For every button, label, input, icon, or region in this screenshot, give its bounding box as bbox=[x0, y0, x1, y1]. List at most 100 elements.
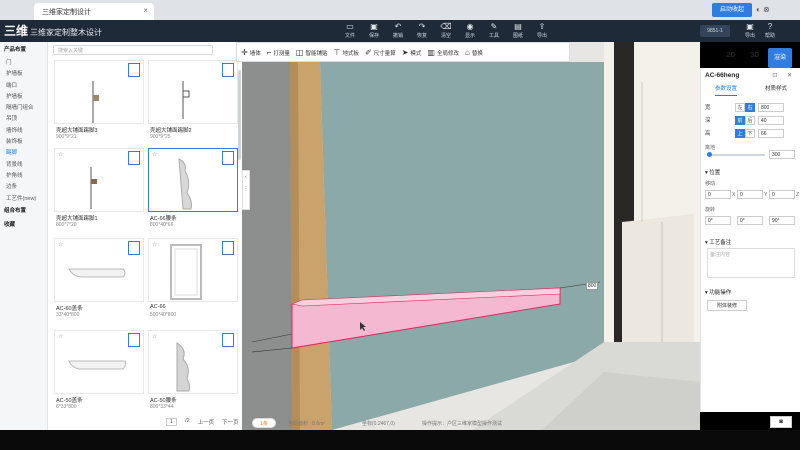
view-3d-button[interactable]: 3D bbox=[746, 52, 764, 64]
tab-material[interactable]: 材质样式 bbox=[765, 84, 787, 96]
output-button[interactable]: ▣ 导出 bbox=[740, 22, 760, 39]
replace-button[interactable]: ⌂ 替换 bbox=[465, 48, 483, 57]
position-section[interactable]: ▾ 位置 bbox=[705, 168, 720, 176]
page-number[interactable]: 1 bbox=[166, 418, 178, 426]
preview-icon bbox=[222, 151, 234, 165]
notes-textarea[interactable]: 备注内容 bbox=[707, 248, 795, 278]
3d-viewport[interactable] bbox=[242, 42, 700, 430]
mode-button[interactable]: ➤ 模式 bbox=[402, 48, 422, 57]
tiling-icon: ◫ bbox=[295, 47, 304, 57]
function-section[interactable]: ▾ 功能操作 bbox=[705, 288, 731, 296]
category-item[interactable]: 端口 bbox=[0, 79, 47, 90]
save-icon: ▣ bbox=[370, 22, 378, 31]
pencil-icon: ✐ bbox=[364, 47, 372, 57]
move-z-field[interactable]: 0 bbox=[769, 190, 795, 199]
tab-params[interactable]: 参数设置 bbox=[714, 84, 737, 96]
floor-board-button[interactable]: ⊤ 地式板 bbox=[333, 48, 358, 57]
category-item-active[interactable]: 踢脚 bbox=[0, 146, 47, 157]
view-2d-button[interactable]: 2D bbox=[722, 52, 740, 64]
left-anchor-toggle[interactable]: 左 bbox=[735, 102, 745, 112]
drawings-button[interactable]: ▤ 图纸 bbox=[506, 22, 530, 39]
category-item[interactable]: 装饰板 bbox=[0, 135, 47, 146]
category-heading-combo[interactable]: 组合布置 bbox=[0, 203, 47, 217]
category-item[interactable]: 护角线 bbox=[0, 169, 47, 180]
export-button[interactable]: ⇪ 导出 bbox=[530, 22, 554, 39]
star-icon[interactable]: ☆ bbox=[58, 151, 63, 158]
slider-knob[interactable] bbox=[707, 152, 712, 157]
account-button[interactable]: 9851-1 bbox=[700, 25, 730, 37]
pagination: 1 /2 上一页 下一页 bbox=[166, 418, 239, 426]
browser-tab[interactable]: 三维家定制设计 × bbox=[34, 3, 154, 20]
category-item[interactable]: 吊顶 bbox=[0, 112, 47, 123]
rotate-z-field[interactable]: 90° bbox=[769, 216, 795, 225]
save-button[interactable]: ▣ 保存 bbox=[362, 22, 386, 39]
product-thumbnail: ☆ bbox=[148, 148, 238, 212]
right-anchor-toggle[interactable]: 右 bbox=[745, 102, 755, 112]
scrollbar[interactable] bbox=[238, 70, 241, 160]
front-anchor-toggle[interactable]: 前 bbox=[735, 115, 745, 125]
rotate-x-field[interactable]: 0° bbox=[705, 216, 731, 225]
category-item[interactable]: 边条 bbox=[0, 180, 47, 191]
collapse-panel-handle[interactable]: ‹ ⋮ bbox=[242, 170, 250, 210]
next-page-button[interactable]: 下一页 bbox=[222, 418, 239, 426]
star-icon[interactable]: ☆ bbox=[58, 241, 63, 248]
wall-tool-button[interactable]: ✛ 墙体 bbox=[241, 48, 261, 57]
panel-action-icons[interactable]: ⊡ ✕ bbox=[772, 72, 796, 79]
elevation-field[interactable]: 300 bbox=[769, 150, 795, 159]
dimension-button[interactable]: ✐ 尺寸量算 bbox=[365, 48, 396, 57]
product-name: AC-66腰条 bbox=[150, 216, 177, 222]
preview-icon bbox=[128, 63, 140, 77]
measure-tool-button[interactable]: ⌐ 打测量 bbox=[267, 48, 290, 57]
help-button[interactable]: ? 帮助 bbox=[760, 22, 780, 39]
elevation-slider[interactable] bbox=[707, 152, 765, 157]
star-icon[interactable]: ☆ bbox=[152, 241, 157, 248]
star-icon[interactable]: ☆ bbox=[152, 333, 157, 340]
prev-page-button[interactable]: 上一页 bbox=[198, 418, 215, 426]
category-item[interactable]: 墙饰线 bbox=[0, 124, 47, 135]
top-anchor-toggle[interactable]: 上 bbox=[735, 128, 745, 138]
depth-field[interactable]: 40 bbox=[758, 115, 784, 125]
info-badge[interactable]: 1条 bbox=[252, 418, 276, 428]
move-y-field[interactable]: 0 bbox=[737, 190, 763, 199]
bottom-anchor-toggle[interactable]: 下 bbox=[745, 128, 755, 138]
category-heading-product[interactable]: 产品布置 bbox=[0, 42, 47, 56]
drawing-icon: ▤ bbox=[514, 22, 522, 31]
close-icon[interactable]: × bbox=[143, 6, 148, 15]
rotate-y-field[interactable]: 0° bbox=[737, 216, 763, 225]
height-row: 高 上 下 66 bbox=[705, 128, 799, 138]
display-button[interactable]: ◉ 显示 bbox=[458, 22, 482, 39]
category-item[interactable]: 工艺件(new) bbox=[0, 192, 47, 203]
redo-button[interactable]: ↷ 恢复 bbox=[410, 22, 434, 39]
notes-section[interactable]: ▾ 工艺备注 bbox=[705, 238, 731, 246]
undo-button[interactable]: ↶ 撤销 bbox=[386, 22, 410, 39]
category-item[interactable]: 护墙板 bbox=[0, 90, 47, 101]
tools-button[interactable]: ✎ 工具 bbox=[482, 22, 506, 39]
height-field[interactable]: 66 bbox=[758, 128, 784, 138]
star-icon[interactable]: ☆ bbox=[58, 333, 63, 340]
design-toolbar: ✛ 墙体 ⌐ 打测量 ◫ 智能铺贴 ⊤ 地式板 ✐ 尺寸量算 ➤ 模式 ▥ 全局修改 ⌂ 替换 bbox=[236, 42, 570, 62]
move-x-field[interactable]: 0 bbox=[705, 190, 731, 199]
search-input[interactable]: 搜索入关键 bbox=[53, 45, 213, 55]
category-item[interactable]: 隔墙门组合 bbox=[0, 101, 47, 112]
star-icon[interactable]: ☆ bbox=[152, 151, 157, 158]
attach-decor-button[interactable]: 附体装修 bbox=[707, 300, 747, 311]
clear-button[interactable]: ⌫ 清空 bbox=[434, 22, 458, 39]
cube-icon[interactable]: ◙ bbox=[770, 416, 792, 428]
render-button[interactable]: 渲染 bbox=[768, 48, 792, 68]
depth-row: 深 前 后 40 bbox=[705, 115, 799, 125]
browser-tab-title: 三维家定制设计 bbox=[42, 9, 91, 16]
back-anchor-toggle[interactable]: 后 bbox=[745, 115, 755, 125]
grid-icon: ▥ bbox=[427, 47, 435, 57]
category-item[interactable]: 护墙板 bbox=[0, 67, 47, 78]
view-mode-switch: 2D 3D bbox=[722, 52, 764, 64]
smart-tiling-button[interactable]: ◫ 智能铺贴 bbox=[296, 48, 328, 57]
category-heading-favorites[interactable]: 收藏 bbox=[0, 217, 47, 231]
browser-tab-strip: 三维家定制设计 × bbox=[0, 0, 800, 20]
window-control-icons[interactable]: ◐ ⊗ bbox=[756, 5, 770, 14]
launch-toggle-button[interactable]: 启动收起 bbox=[712, 3, 752, 17]
file-button[interactable]: ▭ 文件 bbox=[338, 22, 362, 39]
category-item[interactable]: 门 bbox=[0, 56, 47, 67]
global-edit-button[interactable]: ▥ 全局修改 bbox=[427, 48, 459, 57]
category-item[interactable]: 背景线 bbox=[0, 158, 47, 169]
width-field[interactable]: 800 bbox=[758, 102, 784, 112]
